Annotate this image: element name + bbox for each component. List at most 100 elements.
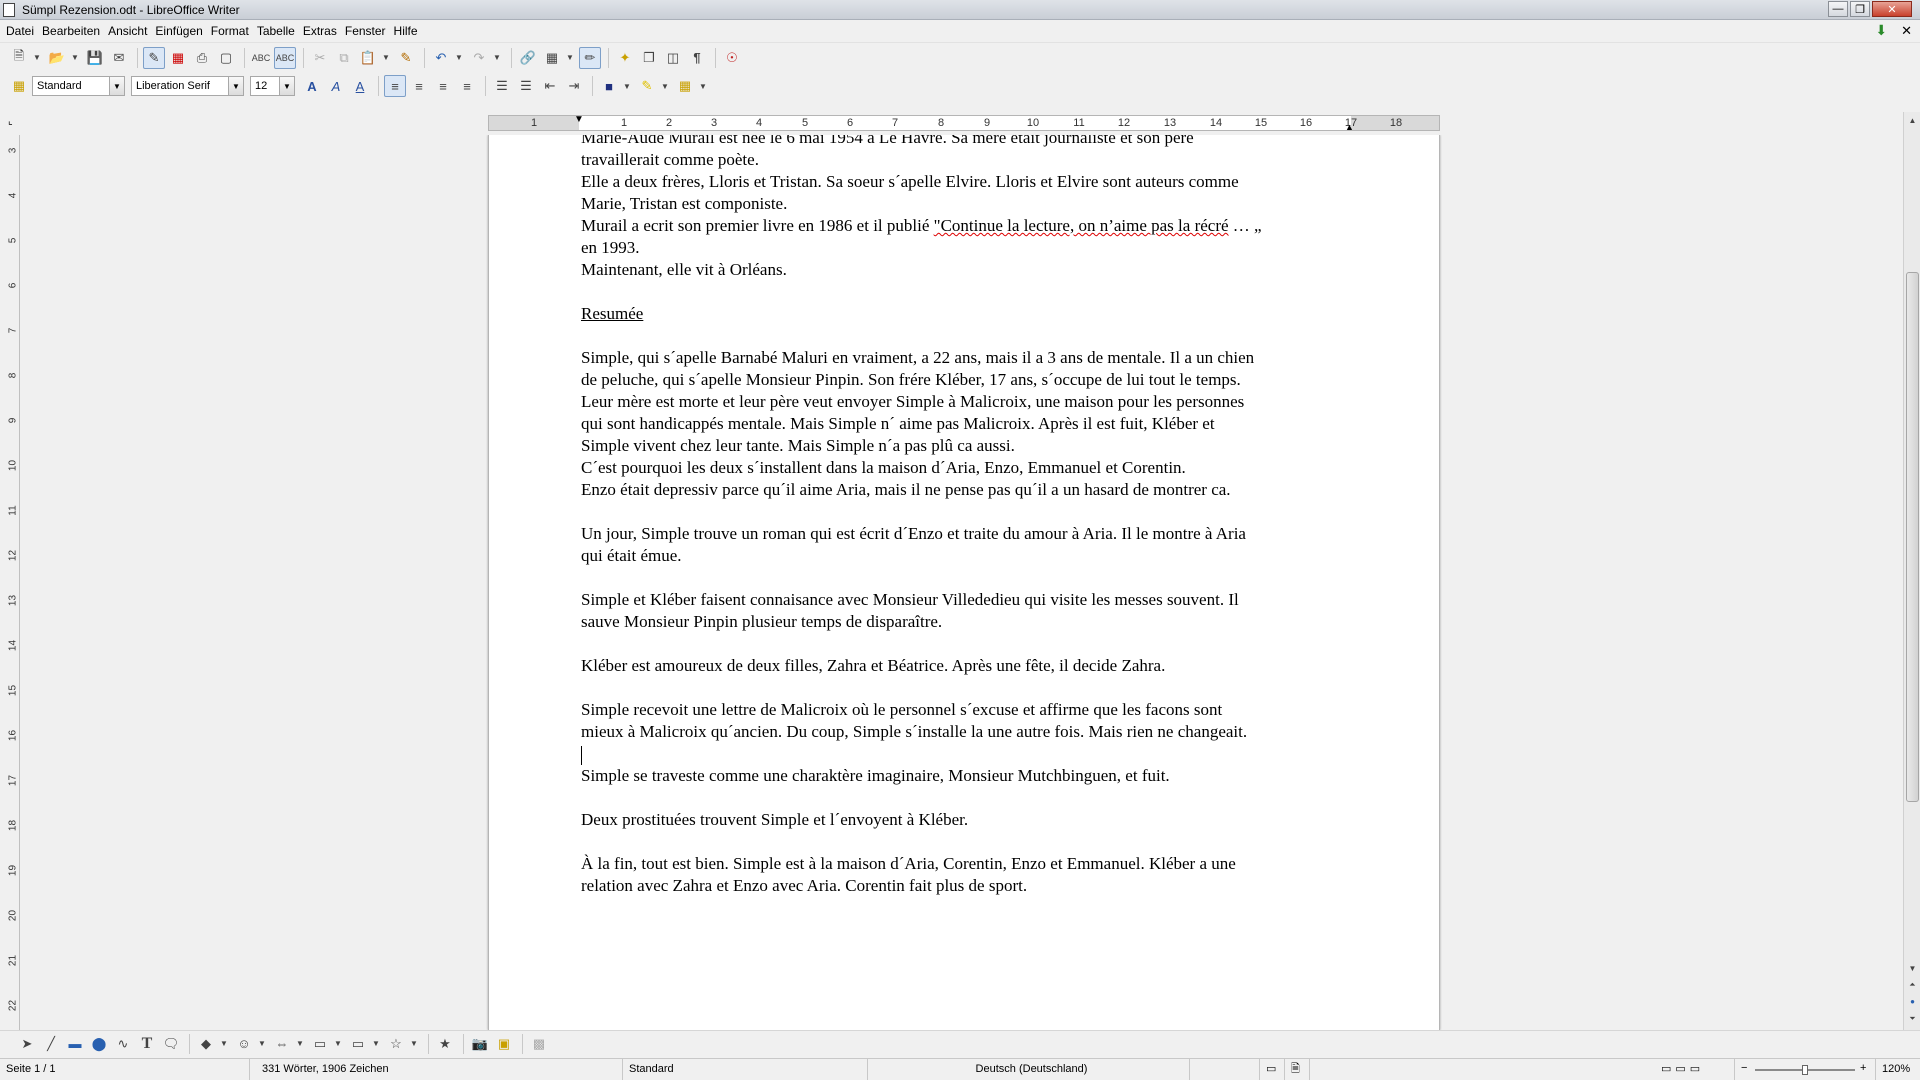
paragraph-line[interactable]: en 1993. [581,237,1341,259]
font-size-select[interactable]: 12 ▼ [250,76,295,96]
paragraph-style-select[interactable]: Standard ▼ [32,76,125,96]
horizontal-ruler[interactable]: 1 ▼ 1 2 3 4 5 6 7 8 9 10 11 12 13 14 15 … [488,114,1440,132]
formatting-marks-icon[interactable]: ¶ [686,47,708,69]
page-indicator[interactable]: Seite 1 / 1 [0,1059,250,1080]
block-arrows-icon[interactable]: ⇔ [271,1033,293,1055]
menu-fenster[interactable]: Fenster [341,20,390,42]
symbol-shapes-dropdown-icon[interactable]: ▼ [257,1033,267,1055]
increase-indent-icon[interactable]: ⇥ [563,75,585,97]
callouts-icon[interactable]: ▭ [347,1033,369,1055]
menu-hilfe[interactable]: Hilfe [390,20,422,42]
paragraph-line[interactable]: Marie, Tristan est componiste. [581,193,1341,215]
selection-mode-icon[interactable]: ▭ [1260,1059,1285,1080]
points-icon[interactable]: ★ [434,1033,456,1055]
text-icon[interactable]: T [136,1033,158,1055]
basic-shapes-icon[interactable]: ◆ [195,1033,217,1055]
font-name-select[interactable]: Liberation Serif ▼ [131,76,244,96]
navigation-icon[interactable]: ● [1906,995,1919,1008]
spelling-error[interactable]: "Continue la lecture, on n’aime pas la r… [934,216,1229,235]
edit-mode-icon[interactable]: ✎ [143,46,165,69]
symbol-shapes-icon[interactable]: ☺ [233,1033,255,1055]
align-right-icon[interactable]: ≡ [432,75,454,97]
highlighting-icon[interactable]: ✎ [636,75,658,97]
stars-dropdown-icon[interactable]: ▼ [409,1033,419,1055]
paragraph-line[interactable]: qui sont handicappés mentale. Mais Simpl… [581,413,1341,435]
gallery-icon[interactable]: ❐ [638,47,660,69]
zoom-level[interactable]: 120% [1875,1059,1920,1080]
clone-formatting-icon[interactable]: ✎ [395,47,417,69]
page-style[interactable]: Standard [623,1059,868,1080]
paragraph-line[interactable] [581,567,1341,589]
open-folder-icon[interactable]: 📂 [46,47,68,69]
paragraph-line[interactable] [581,281,1341,303]
right-indent-marker-icon[interactable]: ▲ [1345,122,1354,132]
open-dropdown-icon[interactable]: ▼ [70,47,80,69]
zoom-out-icon[interactable]: − [1741,1062,1747,1074]
table-icon[interactable]: ▦ [541,47,563,69]
scroll-down-icon[interactable]: ▼ [1906,962,1919,975]
copy-icon[interactable]: ⧉ [333,47,355,69]
font-color-dropdown-icon[interactable]: ▼ [622,75,632,97]
paragraph-line[interactable]: Simple et Kléber faisent connaisance ave… [581,589,1341,611]
paragraph-line[interactable] [581,831,1341,853]
undo-dropdown-icon[interactable]: ▼ [454,47,464,69]
chevron-down-icon[interactable]: ▼ [109,77,124,95]
vertical-scrollbar[interactable]: ▲ ▼ ⏶ ● ⏷ [1903,112,1920,1030]
previous-page-icon[interactable]: ⏶ [1906,978,1919,991]
zoom-slider-knob[interactable] [1802,1065,1808,1075]
align-left-icon[interactable]: ≡ [384,75,406,97]
paragraph-line[interactable]: Murail a ecrit son premier livre en 1986… [581,215,1341,237]
paragraph-line[interactable]: Enzo était depressiv parce qu´il aime Ar… [581,479,1341,501]
data-sources-icon[interactable]: ◫ [662,47,684,69]
show-draw-functions-icon[interactable]: ✏ [579,46,601,69]
menu-extras[interactable]: Extras [299,20,341,42]
menu-ansicht[interactable]: Ansicht [104,20,151,42]
paragraph-line[interactable]: Un jour, Simple trouve un roman qui est … [581,523,1341,545]
paragraph-line[interactable]: de peluche, qui s´apelle Monsieur Pinpin… [581,369,1341,391]
background-color-dropdown-icon[interactable]: ▼ [698,75,708,97]
email-icon[interactable]: ✉ [108,47,130,69]
paragraph-line[interactable] [581,677,1341,699]
callouts-dropdown-icon[interactable]: ▼ [371,1033,381,1055]
menu-bearbeiten[interactable]: Bearbeiten [38,20,104,42]
maximize-button[interactable]: ❐ [1850,1,1870,17]
paragraph-line[interactable]: Simple, qui s´apelle Barnabé Maluri en v… [581,347,1341,369]
paragraph-line[interactable] [581,633,1341,655]
zoom-slider[interactable] [1755,1065,1855,1075]
font-color-icon[interactable]: ■ [598,75,620,97]
bullets-icon[interactable]: ☰ [515,75,537,97]
paragraph-line[interactable] [581,743,1341,765]
export-pdf-icon[interactable]: ▦ [167,47,189,69]
highlighting-dropdown-icon[interactable]: ▼ [660,75,670,97]
flowchart-dropdown-icon[interactable]: ▼ [333,1033,343,1055]
bold-icon[interactable]: A [301,75,323,97]
chevron-down-icon[interactable]: ▼ [279,77,294,95]
italic-icon[interactable]: A [325,75,347,97]
paragraph-line[interactable]: Leur mère est morte et leur père veut en… [581,391,1341,413]
navigator-icon[interactable]: ✦ [614,47,636,69]
new-dropdown-icon[interactable]: ▼ [32,47,42,69]
heading-resumee[interactable]: Resumée [581,303,1341,325]
styles-formatting-icon[interactable]: ▦ [8,75,30,97]
menu-datei[interactable]: Datei [2,20,38,42]
update-download-icon[interactable]: ⬇ [1875,22,1887,39]
background-color-icon[interactable]: ▦ [674,75,696,97]
paragraph-line[interactable]: travaillerait comme poète. [581,149,1341,171]
paragraph-line[interactable]: relation avec Zahra et Enzo avec Aria. C… [581,875,1341,897]
paragraph-line[interactable]: Elle a deux frères, Lloris et Tristan. S… [581,171,1341,193]
view-layout-icon[interactable]: ▭▭▭ [1655,1059,1735,1080]
paragraph-line[interactable]: Simple vivent chez leur tante. Mais Simp… [581,435,1341,457]
paragraph-line[interactable]: Kléber est amoureux de deux filles, Zahr… [581,655,1341,677]
print-preview-icon[interactable]: ▢ [215,47,237,69]
new-document-icon[interactable]: 🗎 [8,47,30,69]
paragraph-line[interactable] [581,501,1341,523]
scroll-up-icon[interactable]: ▲ [1906,114,1919,127]
fontwork-icon[interactable]: ▣ [493,1033,515,1055]
scrollbar-thumb[interactable] [1906,272,1919,802]
justify-icon[interactable]: ≡ [456,75,478,97]
numbering-icon[interactable]: ☰ [491,75,513,97]
rectangle-icon[interactable]: ▬ [64,1033,86,1055]
close-button[interactable]: ✕ [1872,1,1912,17]
document-text[interactable]: Marie-Aude Murail est née le 6 mai 1954 … [581,135,1341,897]
basic-shapes-dropdown-icon[interactable]: ▼ [219,1033,229,1055]
